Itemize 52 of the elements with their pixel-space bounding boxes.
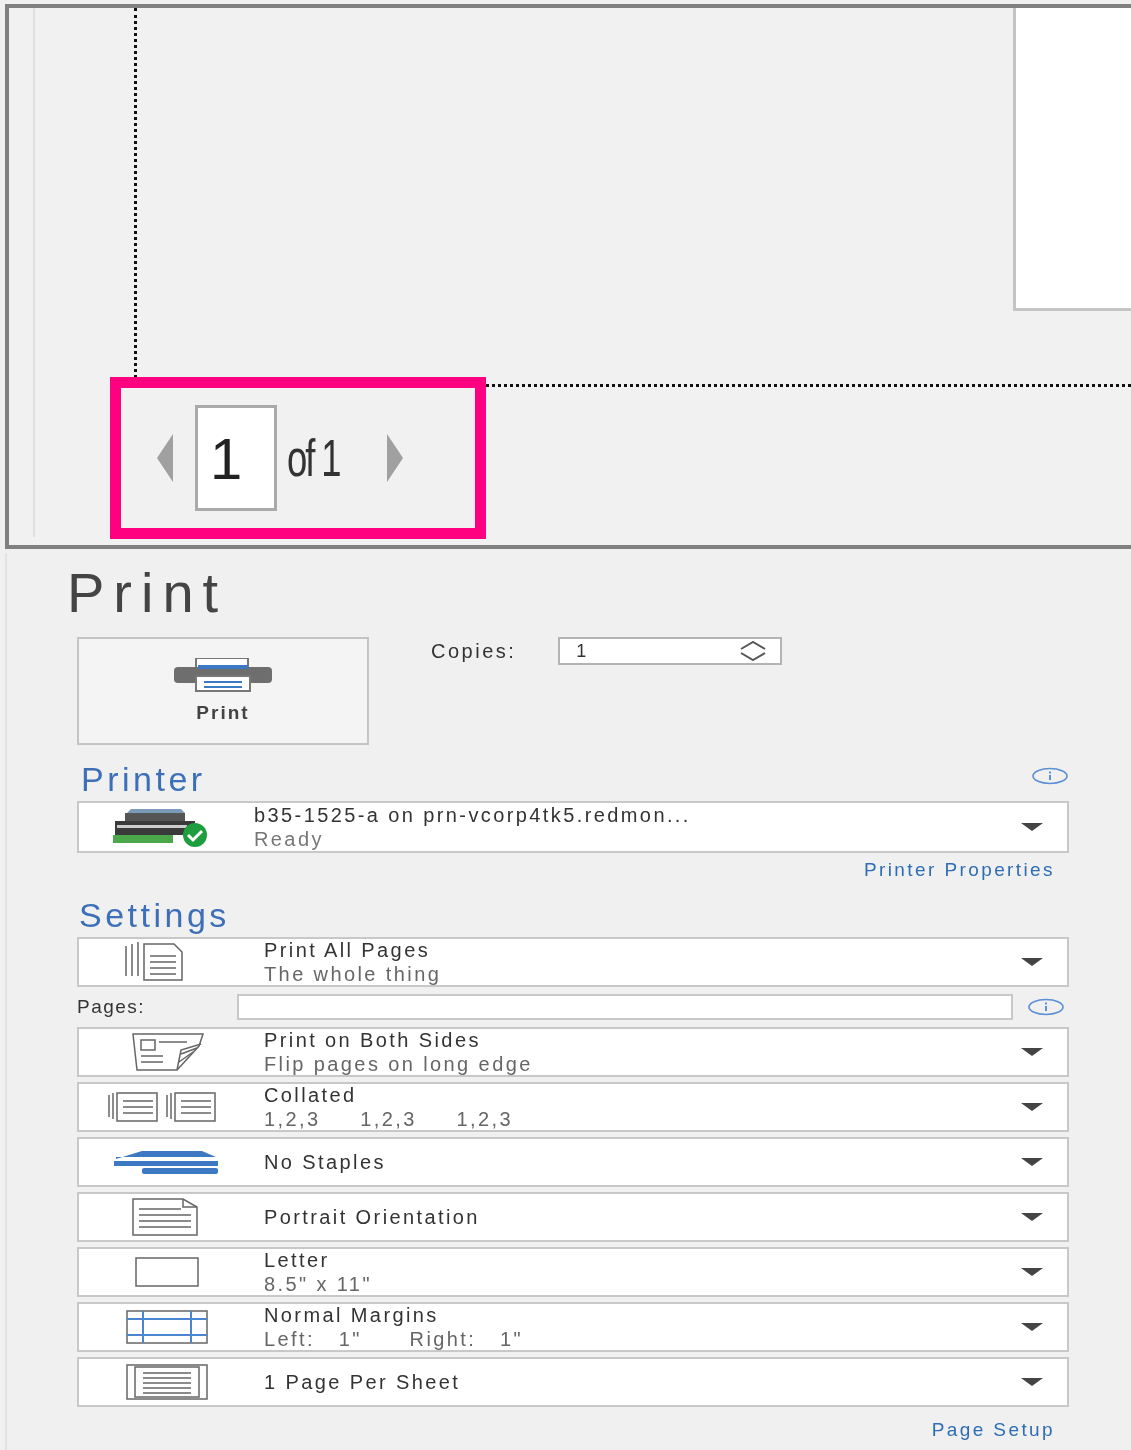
dropdown-caret-icon: [1021, 1158, 1043, 1166]
copies-label: Copies:: [431, 639, 517, 663]
previous-page-icon[interactable]: [157, 434, 173, 482]
setting-dropdown[interactable]: Print on Both Sides Flip pages on long edge: [77, 1027, 1069, 1077]
setting-subtitle: 8.5" x 11": [264, 1272, 373, 1296]
setting-title: Letter: [264, 1248, 331, 1272]
dropdown-caret-icon: [1021, 1268, 1043, 1276]
setting-subtitle: 1,2,3 1,2,3 1,2,3: [264, 1107, 514, 1131]
margins-icon: [124, 1309, 209, 1345]
next-page-icon[interactable]: [387, 434, 403, 482]
dropdown-caret-icon: [1021, 1323, 1043, 1331]
setting-title: Print on Both Sides: [264, 1028, 482, 1052]
setting-title: No Staples: [264, 1150, 387, 1174]
setting-title: Normal Margins: [264, 1303, 440, 1327]
dropdown-caret-icon: [1021, 1103, 1043, 1111]
print-button[interactable]: Print: [77, 637, 369, 745]
setting-dropdown[interactable]: Letter 8.5" x 11": [77, 1247, 1069, 1297]
printer-properties-link[interactable]: Printer Properties: [863, 859, 1055, 881]
setting-dropdown[interactable]: Portrait Orientation: [77, 1192, 1069, 1242]
info-icon[interactable]: [1031, 767, 1069, 785]
pages-field[interactable]: [237, 994, 1013, 1020]
setting-title: 1 Page Per Sheet: [264, 1370, 462, 1394]
setting-subtitle: The whole thing: [264, 962, 443, 986]
printer-name: b35-1525-a on prn-vcorp4tk5.redmon...: [254, 803, 692, 827]
setting-title: Collated: [264, 1083, 358, 1107]
page-number-field[interactable]: 1: [195, 405, 277, 511]
dropdown-caret-icon: [1021, 1048, 1043, 1056]
pages-label: Pages:: [77, 996, 147, 1018]
dropdown-caret-icon: [1021, 823, 1043, 831]
setting-dropdown[interactable]: No Staples: [77, 1137, 1069, 1187]
setting-subtitle: Flip pages on long edge: [264, 1052, 534, 1076]
dropdown-caret-icon: [1021, 958, 1043, 966]
setting-dropdown[interactable]: Normal Margins Left: 1" Right: 1": [77, 1302, 1069, 1352]
printer-status: Ready: [254, 827, 325, 851]
printer-dropdown[interactable]: b35-1525-a on prn-vcorp4tk5.redmon... Ready: [77, 801, 1069, 853]
dropdown-caret-icon: [1021, 1213, 1043, 1221]
section-heading: Settings: [79, 897, 231, 933]
spinner-icon[interactable]: [740, 641, 767, 661]
setting-dropdown[interactable]: Print All Pages The whole thing: [77, 937, 1069, 987]
setting-title: Portrait Orientation: [264, 1205, 481, 1229]
info-icon[interactable]: [1027, 998, 1065, 1016]
section-heading: Printer: [81, 761, 206, 797]
copies-field[interactable]: 1: [558, 637, 783, 665]
page-setup-link[interactable]: Page Setup: [931, 1419, 1055, 1441]
setting-dropdown[interactable]: Collated 1,2,3 1,2,3 1,2,3: [77, 1082, 1069, 1132]
page-title: Print: [67, 563, 229, 623]
setting-dropdown[interactable]: 1 Page Per Sheet: [77, 1357, 1069, 1407]
setting-title: Print All Pages: [264, 938, 432, 962]
setting-subtitle: Left: 1" Right: 1": [264, 1327, 525, 1351]
printer-icon: [172, 658, 274, 692]
page-per-sheet-icon: [124, 1363, 209, 1401]
dropdown-caret-icon: [1021, 1378, 1043, 1386]
